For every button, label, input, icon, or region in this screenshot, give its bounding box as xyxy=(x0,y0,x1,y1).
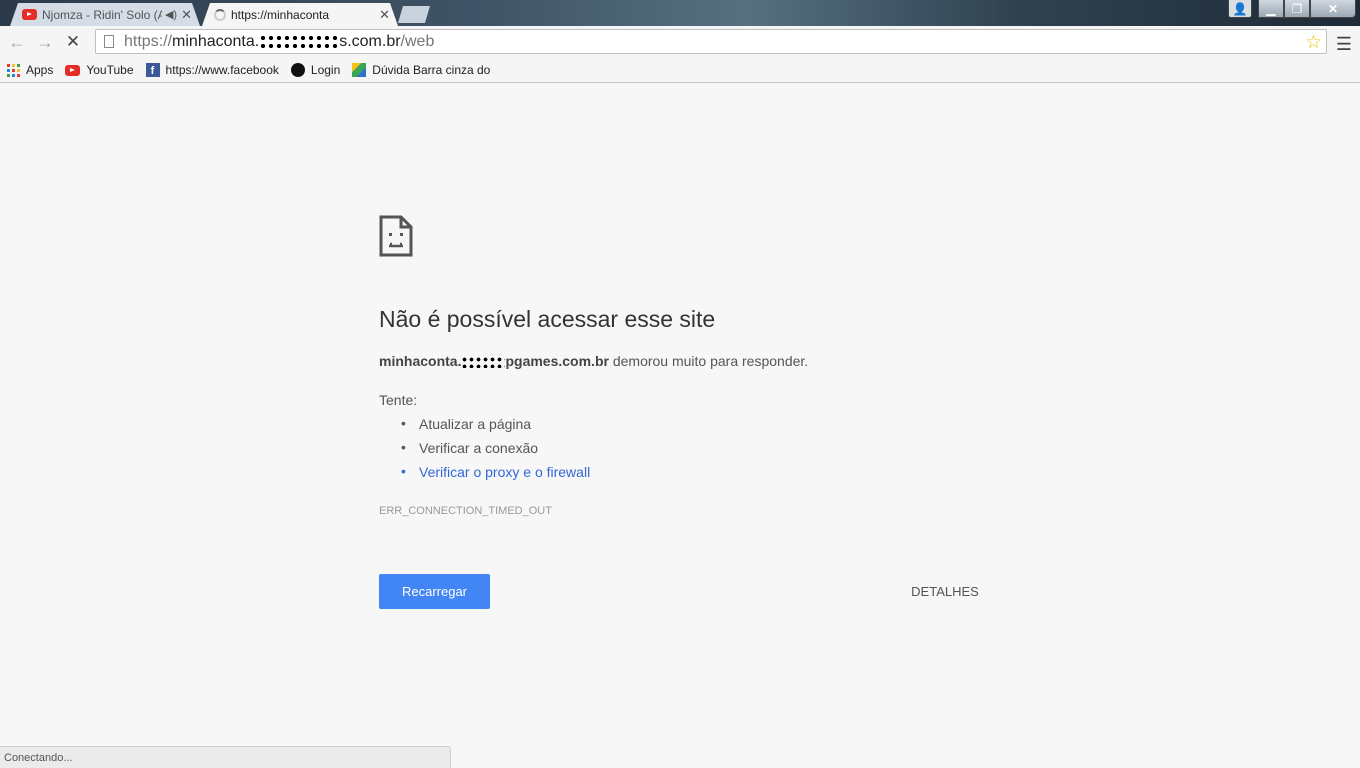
error-host-end: pgames.com.br xyxy=(505,353,609,369)
facebook-icon: f xyxy=(145,63,160,77)
bookmark-apps[interactable]: Apps xyxy=(7,63,53,77)
error-host-start: minhaconta. xyxy=(379,353,462,369)
tab-title: https://minhaconta xyxy=(231,7,330,22)
bookmark-facebook[interactable]: f https://www.facebook xyxy=(145,63,279,77)
bookmark-label: YouTube xyxy=(86,63,134,77)
bookmark-login[interactable]: Login xyxy=(290,63,341,77)
sad-page-icon xyxy=(379,215,413,257)
error-code: ERR_CONNECTION_TIMED_OUT xyxy=(379,505,552,517)
close-window-button[interactable]: ✕ xyxy=(1310,0,1356,18)
restore-button[interactable]: ❐ xyxy=(1284,0,1310,18)
url-path: /web xyxy=(400,32,435,50)
redacted-scribble xyxy=(461,356,506,369)
back-arrow-icon[interactable]: ← xyxy=(3,28,31,56)
browser-toolbar: ← → ✕ https://minhaconta. s.com.br/web ☆ xyxy=(0,26,1360,58)
tab-youtube[interactable]: Njomza - Ridin' Solo (A ◀) ✕ xyxy=(10,3,200,26)
apps-grid-icon xyxy=(7,63,20,77)
title-bar: Njomza - Ridin' Solo (A ◀) ✕ https://min… xyxy=(0,0,1360,26)
cube-icon xyxy=(352,63,367,77)
url-host-end: s.com.br xyxy=(339,32,401,50)
suggestion-check-connection: Verificar a conexão xyxy=(379,439,590,464)
bookmark-duvida[interactable]: Dúvida Barra cinza do xyxy=(352,63,507,77)
forward-arrow-icon[interactable]: → xyxy=(31,28,59,56)
menu-hamburger-icon[interactable]: ☰ xyxy=(1336,34,1352,55)
reload-button[interactable]: Recarregar xyxy=(379,574,490,609)
suggestion-proxy-firewall-link[interactable]: Verificar o proxy e o firewall xyxy=(379,463,590,488)
url-host-start: minhaconta. xyxy=(172,32,260,50)
error-title: Não é possível acessar esse site xyxy=(379,306,716,332)
tab-minhaconta[interactable]: https://minhaconta ✕ xyxy=(202,3,398,26)
suggestions-list: Atualizar a página Verificar a conexão V… xyxy=(379,415,590,488)
error-description: minhaconta. pgames.com.br demorou muito p… xyxy=(379,353,808,369)
bookmark-youtube[interactable]: YouTube xyxy=(65,63,134,77)
suggestion-reload: Atualizar a página xyxy=(379,415,590,440)
url-scheme: https:// xyxy=(124,32,173,50)
window-controls: 👤 ▁ ❐ ✕ xyxy=(1228,0,1356,18)
redacted-scribble xyxy=(259,34,340,49)
page-icon xyxy=(104,35,114,48)
loading-spinner-icon xyxy=(214,9,226,21)
tab-title: Njomza - Ridin' Solo (A xyxy=(42,7,162,22)
bug-icon xyxy=(290,63,305,77)
bookmark-label: https://www.facebook xyxy=(165,63,279,77)
try-label: Tente: xyxy=(379,392,418,408)
url-host: minhaconta. s.com.br xyxy=(172,33,401,50)
youtube-icon xyxy=(65,64,81,76)
stop-loading-icon[interactable]: ✕ xyxy=(59,28,87,56)
tab-close-icon[interactable]: ✕ xyxy=(181,7,192,23)
status-bar: Conectando... xyxy=(0,746,451,768)
bookmarks-bar: Apps YouTube f https://www.facebook Logi… xyxy=(0,58,1360,83)
bookmark-label: Dúvida Barra cinza do xyxy=(372,63,491,77)
details-button[interactable]: DETALHES xyxy=(890,574,1000,609)
bookmark-label: Login xyxy=(310,63,341,77)
bookmark-star-icon[interactable]: ☆ xyxy=(1305,31,1322,54)
tab-close-icon[interactable]: ✕ xyxy=(379,7,390,23)
bookmark-label: Apps xyxy=(26,63,54,77)
url-text[interactable]: https://minhaconta. s.com.br/web xyxy=(124,33,434,51)
address-bar[interactable]: https://minhaconta. s.com.br/web ☆ xyxy=(95,29,1327,54)
youtube-icon xyxy=(22,9,37,20)
minimize-button[interactable]: ▁ xyxy=(1258,0,1284,18)
user-profile-icon[interactable]: 👤 xyxy=(1228,0,1252,18)
error-host: minhaconta. pgames.com.br xyxy=(379,353,609,369)
error-message: demorou muito para responder. xyxy=(608,353,809,369)
new-tab-button[interactable] xyxy=(398,6,430,23)
audio-playing-icon[interactable]: ◀) xyxy=(165,8,177,21)
